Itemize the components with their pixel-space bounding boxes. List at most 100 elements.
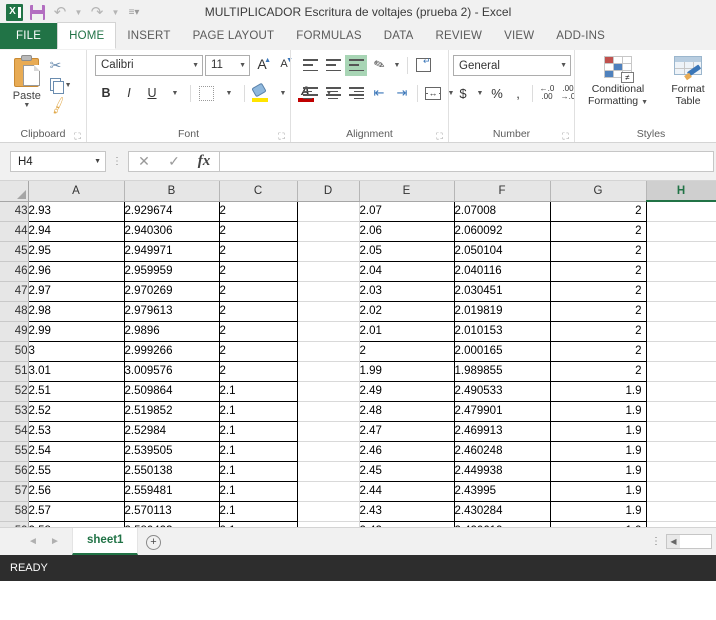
row-header[interactable]: 55 — [0, 441, 28, 461]
align-middle-button[interactable] — [322, 55, 344, 76]
grid-cell-h48[interactable] — [646, 301, 716, 321]
grid-cell-d48[interactable] — [297, 301, 359, 321]
grid-cell-b44[interactable]: 2.940306 — [124, 221, 219, 241]
font-size-combo[interactable]: 11 ▼ — [205, 55, 250, 76]
grid-cell-d46[interactable] — [297, 261, 359, 281]
orientation-dropdown-icon[interactable]: ▼ — [391, 55, 403, 76]
grid-cell-e50[interactable]: 2 — [359, 341, 454, 361]
number-dialog-launcher-icon[interactable]: ⛶ — [561, 132, 570, 141]
formula-input[interactable] — [219, 151, 714, 172]
row-header[interactable]: 49 — [0, 321, 28, 341]
grid-cell-d54[interactable] — [297, 421, 359, 441]
undo-icon[interactable]: ↶ — [49, 1, 71, 23]
grid-cell-g54[interactable]: 1.9 — [550, 421, 646, 441]
grid-cell-b51[interactable]: 3.009576 — [124, 361, 219, 381]
row-header[interactable]: 57 — [0, 481, 28, 501]
grid-cell-b47[interactable]: 2.970269 — [124, 281, 219, 301]
merge-center-button[interactable] — [422, 83, 444, 104]
grid-cell-a56[interactable]: 2.55 — [28, 461, 124, 481]
grid-cell-b55[interactable]: 2.539505 — [124, 441, 219, 461]
grid-cell-g52[interactable]: 1.9 — [550, 381, 646, 401]
scroll-track[interactable] — [680, 535, 711, 548]
row-header[interactable]: 50 — [0, 341, 28, 361]
grid-cell-b54[interactable]: 2.52984 — [124, 421, 219, 441]
grid-cell-e48[interactable]: 2.02 — [359, 301, 454, 321]
grid-cell-c59[interactable]: 2.1 — [219, 521, 297, 527]
grid-cell-e45[interactable]: 2.05 — [359, 241, 454, 261]
grid-cell-c51[interactable]: 2 — [219, 361, 297, 381]
grid-cell-h58[interactable] — [646, 501, 716, 521]
row-header[interactable]: 45 — [0, 241, 28, 261]
grid-cell-f48[interactable]: 2.019819 — [454, 301, 550, 321]
grid-cell-h59[interactable] — [646, 521, 716, 527]
grid-cell-g49[interactable]: 2 — [550, 321, 646, 341]
grid-cell-e58[interactable]: 2.43 — [359, 501, 454, 521]
grid-cell-c54[interactable]: 2.1 — [219, 421, 297, 441]
grid-cell-c47[interactable]: 2 — [219, 281, 297, 301]
grid-cell-e56[interactable]: 2.45 — [359, 461, 454, 481]
column-header-h[interactable]: H — [646, 181, 716, 201]
grid-cell-b48[interactable]: 2.979613 — [124, 301, 219, 321]
row-header[interactable]: 54 — [0, 421, 28, 441]
row-header[interactable]: 47 — [0, 281, 28, 301]
grid-cell-b53[interactable]: 2.519852 — [124, 401, 219, 421]
grid-cell-b59[interactable]: 2.580423 — [124, 521, 219, 527]
grid-cell-c53[interactable]: 2.1 — [219, 401, 297, 421]
grid-cell-e43[interactable]: 2.07 — [359, 201, 454, 221]
grid-cell-d55[interactable] — [297, 441, 359, 461]
align-left-button[interactable] — [299, 83, 321, 104]
tab-addins[interactable]: ADD-INS — [545, 23, 616, 49]
fill-color-button[interactable] — [249, 83, 271, 104]
scroll-left-icon[interactable]: ◀ — [667, 535, 680, 548]
redo-icon[interactable]: ↷ — [86, 1, 108, 23]
grid-cell-b50[interactable]: 2.999266 — [124, 341, 219, 361]
grid-cell-b58[interactable]: 2.570113 — [124, 501, 219, 521]
row-header[interactable]: 53 — [0, 401, 28, 421]
grid-cell-a49[interactable]: 2.99 — [28, 321, 124, 341]
grid-cell-b45[interactable]: 2.949971 — [124, 241, 219, 261]
grid-cell-f50[interactable]: 2.000165 — [454, 341, 550, 361]
grid-cell-g44[interactable]: 2 — [550, 221, 646, 241]
borders-button[interactable] — [195, 83, 217, 104]
grid-cell-h56[interactable] — [646, 461, 716, 481]
grid-cell-a58[interactable]: 2.57 — [28, 501, 124, 521]
grid-cell-c55[interactable]: 2.1 — [219, 441, 297, 461]
grid-cell-f44[interactable]: 2.060092 — [454, 221, 550, 241]
center-button[interactable] — [322, 83, 344, 104]
row-header[interactable]: 56 — [0, 461, 28, 481]
grid-cell-g57[interactable]: 1.9 — [550, 481, 646, 501]
customize-qat-icon[interactable]: ≡▾ — [123, 1, 145, 23]
grid-cell-e59[interactable]: 2.42 — [359, 521, 454, 527]
column-header-f[interactable]: F — [454, 181, 550, 201]
column-header-d[interactable]: D — [297, 181, 359, 201]
tab-review[interactable]: REVIEW — [425, 23, 494, 49]
grid-cell-d45[interactable] — [297, 241, 359, 261]
grid-cell-a59[interactable]: 2.58 — [28, 521, 124, 527]
grid-cell-d50[interactable] — [297, 341, 359, 361]
grid-cell-a57[interactable]: 2.56 — [28, 481, 124, 501]
tab-insert[interactable]: INSERT — [116, 23, 181, 49]
grid-cell-g47[interactable]: 2 — [550, 281, 646, 301]
row-header[interactable]: 51 — [0, 361, 28, 381]
insert-function-button[interactable]: fx — [189, 152, 219, 171]
underline-button[interactable]: U — [141, 83, 163, 104]
grid-cell-f43[interactable]: 2.07008 — [454, 201, 550, 221]
row-header[interactable]: 59 — [0, 521, 28, 527]
tab-home[interactable]: HOME — [57, 22, 116, 49]
grid-cell-c56[interactable]: 2.1 — [219, 461, 297, 481]
grid-cell-c52[interactable]: 2.1 — [219, 381, 297, 401]
grid-cell-b57[interactable]: 2.559481 — [124, 481, 219, 501]
orientation-button[interactable]: ✎ — [368, 55, 390, 76]
grid-cell-e49[interactable]: 2.01 — [359, 321, 454, 341]
grid-cell-f55[interactable]: 2.460248 — [454, 441, 550, 461]
grid-cell-h53[interactable] — [646, 401, 716, 421]
grid-cell-a44[interactable]: 2.94 — [28, 221, 124, 241]
grid-cell-d56[interactable] — [297, 461, 359, 481]
grid-cell-a53[interactable]: 2.52 — [28, 401, 124, 421]
grid-cell-d53[interactable] — [297, 401, 359, 421]
grid-cell-c43[interactable]: 2 — [219, 201, 297, 221]
grid-cell-c48[interactable]: 2 — [219, 301, 297, 321]
grid-cell-e57[interactable]: 2.44 — [359, 481, 454, 501]
column-header-e[interactable]: E — [359, 181, 454, 201]
paste-dropdown-icon[interactable]: ▼ — [23, 103, 30, 109]
